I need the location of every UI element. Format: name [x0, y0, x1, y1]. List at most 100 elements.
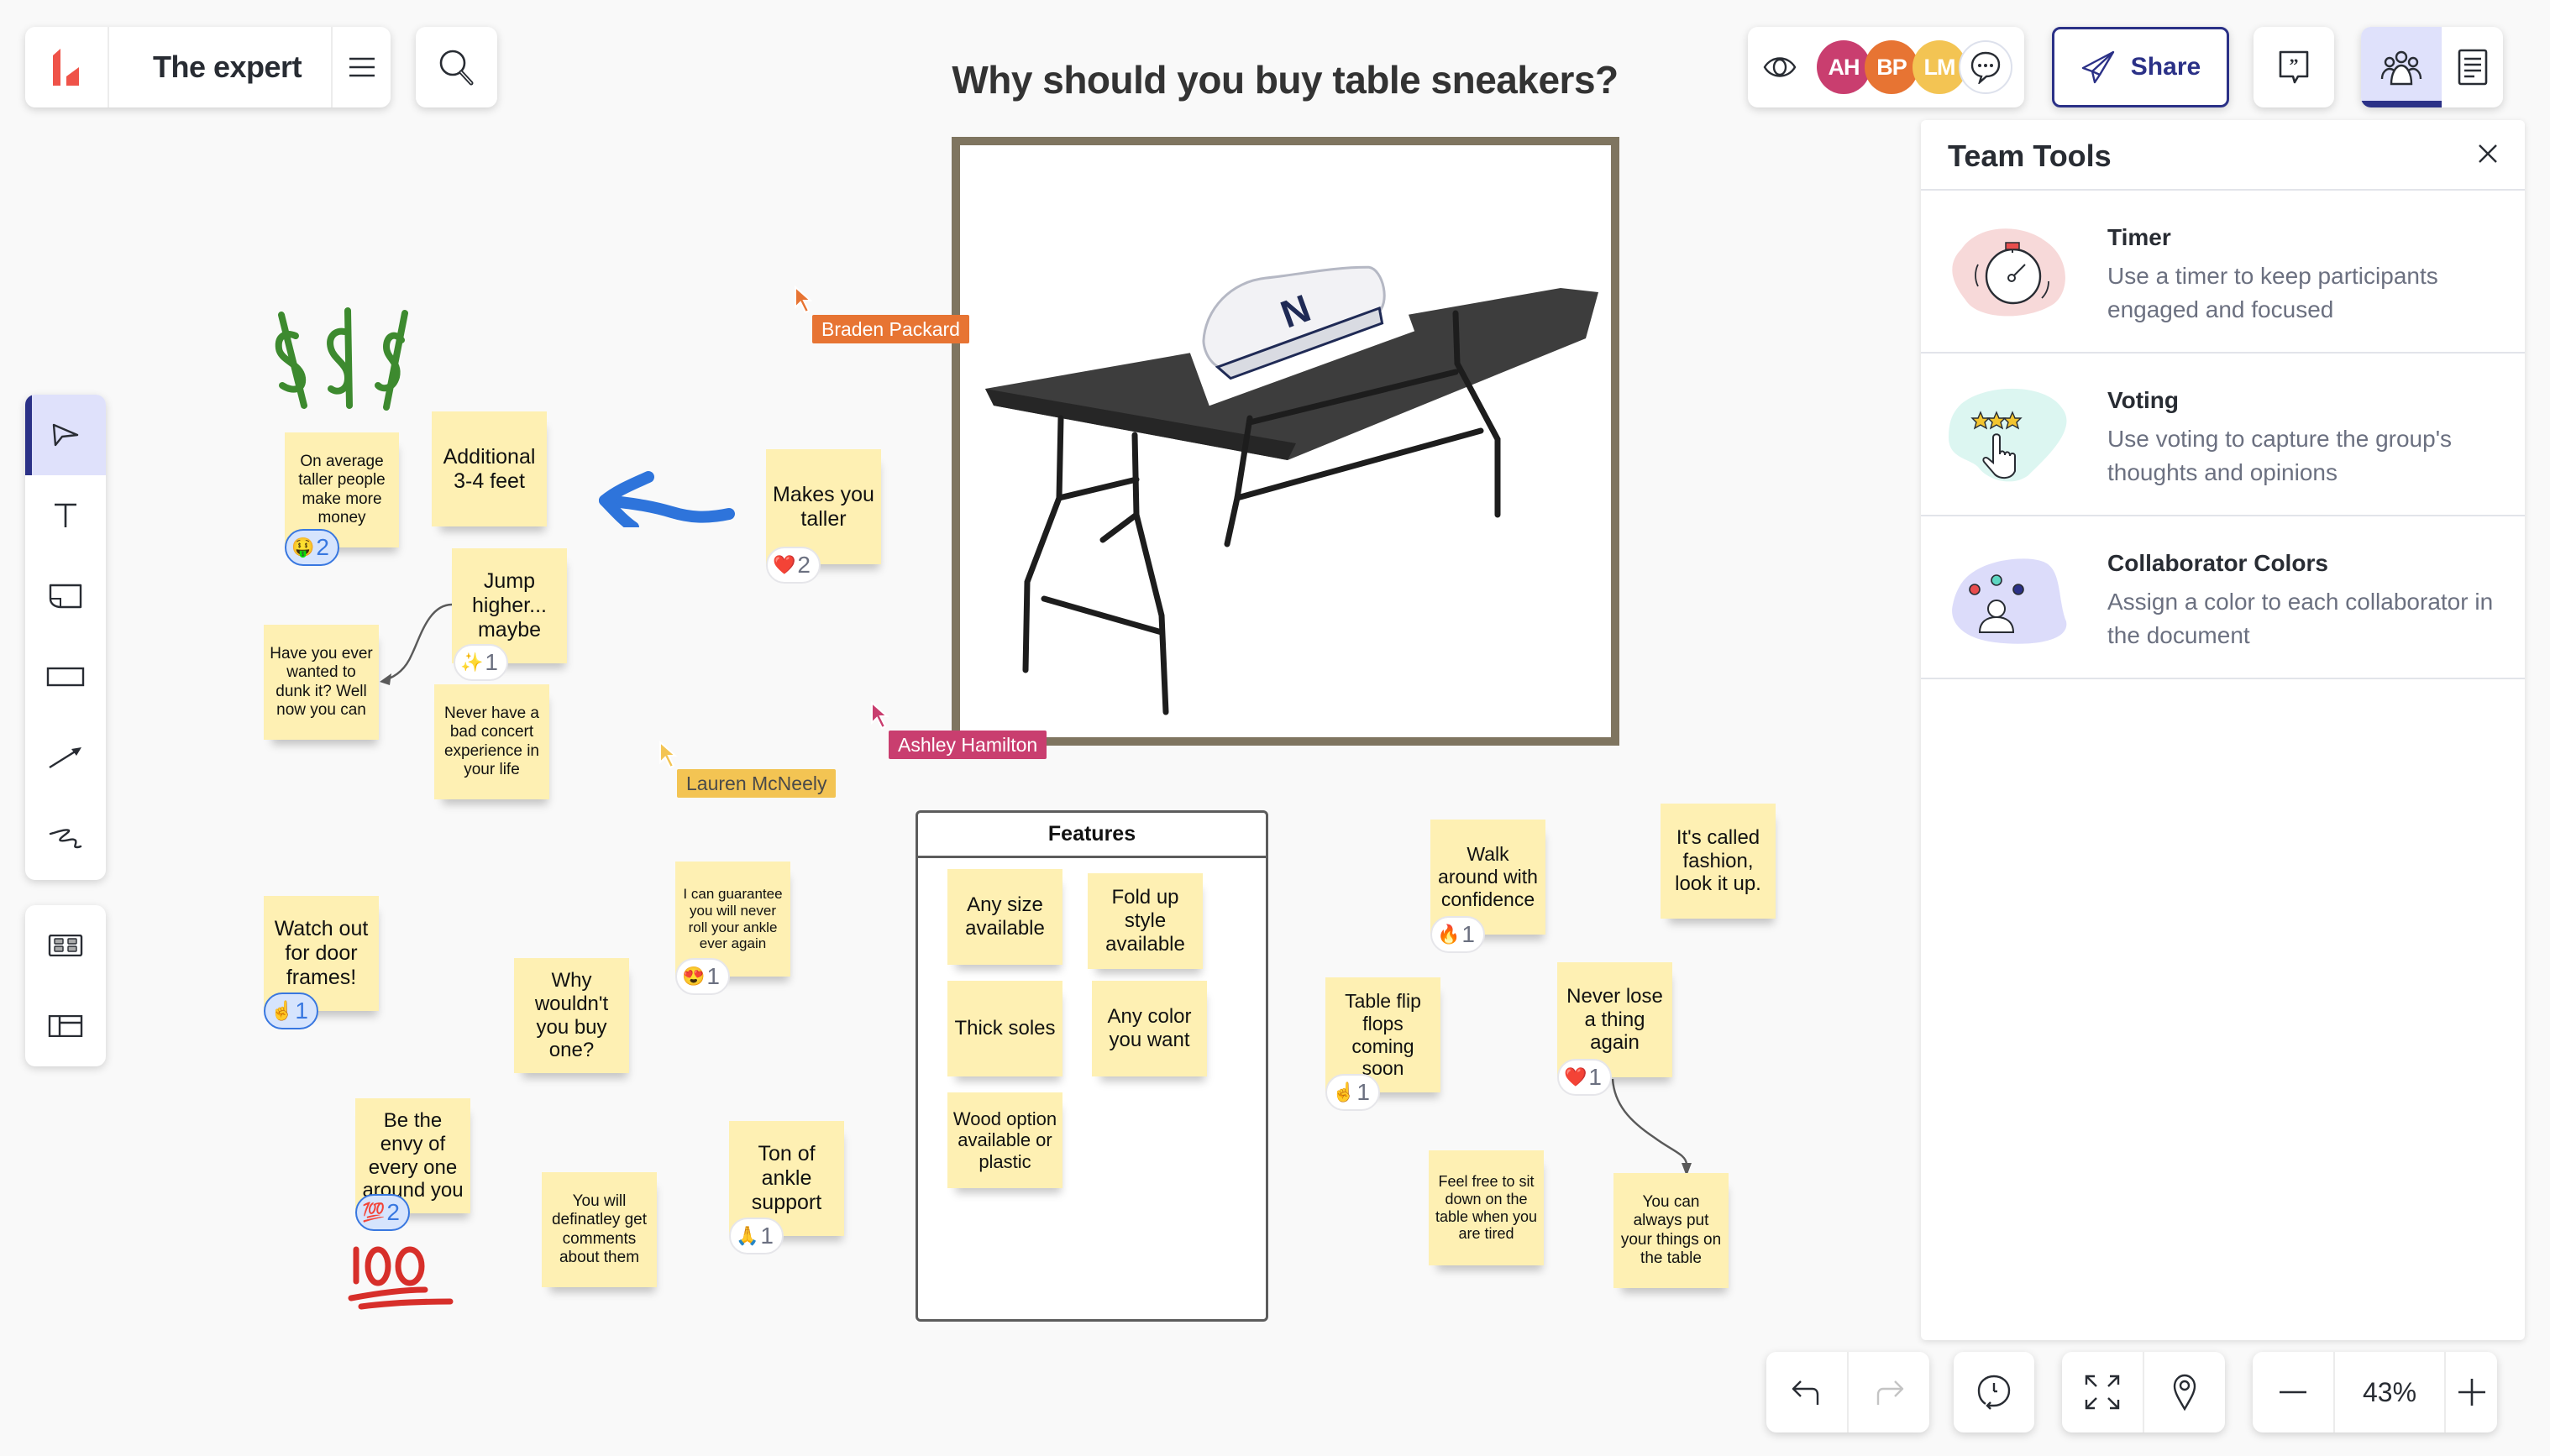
tool-description: Use a timer to keep participants engaged…: [2107, 263, 2438, 322]
templates-grid-icon: [48, 935, 83, 956]
zoom-controls: 43%: [2253, 1352, 2497, 1432]
undo-button[interactable]: [1766, 1352, 1847, 1432]
team-tool-timer[interactable]: Timer Use a timer to keep participants e…: [1921, 191, 2525, 354]
sticky-text: Walk around with confidence: [1438, 843, 1538, 910]
line-tool[interactable]: [25, 717, 106, 798]
comments-button[interactable]: ”: [2254, 27, 2334, 107]
sticky-note[interactable]: Any size available: [947, 869, 1062, 965]
sticky-note[interactable]: Thick soles: [947, 981, 1062, 1076]
avatar-initials: AH: [1828, 54, 1860, 80]
extras-toolbar: [25, 905, 106, 1066]
avatar-initials: BP: [1876, 54, 1907, 80]
avatar[interactable]: AH: [1817, 40, 1871, 94]
sticky-text: Be the envy of every one around you: [362, 1108, 464, 1202]
notes-panel-toggle[interactable]: [2442, 27, 2503, 107]
zoom-out-button[interactable]: [2253, 1352, 2333, 1432]
revision-history-button[interactable]: [1954, 1352, 2034, 1432]
reaction-badge[interactable]: 🤑 2: [285, 529, 339, 566]
team-tool-collaborator-colors[interactable]: Collaborator Colors Assign a color to ea…: [1921, 516, 2525, 679]
zoom-level[interactable]: 43%: [2335, 1352, 2444, 1432]
drawing-hundred: [348, 1246, 454, 1310]
sticky-note[interactable]: Wood option available or plastic: [947, 1092, 1062, 1188]
document-title[interactable]: The expert: [109, 27, 331, 107]
svg-text:”: ”: [2290, 55, 2299, 76]
sticky-note[interactable]: Never have a bad concert experience in y…: [434, 684, 549, 799]
heart-emoji-icon: ❤️: [773, 554, 796, 575]
sticky-note[interactable]: Additional 3-4 feet: [432, 411, 547, 526]
text-tool[interactable]: [25, 475, 106, 556]
board-title[interactable]: Why should you buy table sneakers?: [907, 57, 1663, 102]
team-tools-toggle[interactable]: [2361, 27, 2442, 107]
undo-icon: [1792, 1380, 1819, 1405]
sticky-note[interactable]: You can always put your things on the ta…: [1613, 1173, 1729, 1288]
panel-title: Team Tools: [1948, 139, 2112, 173]
sticky-note[interactable]: Feel free to sit down on the table when …: [1429, 1150, 1544, 1265]
rectangle-tool[interactable]: [25, 636, 106, 717]
collaborator-colors-illustration: [1944, 542, 2079, 651]
view-mode-button[interactable]: [1763, 54, 1797, 81]
reaction-badge[interactable]: ☝️ 1: [1325, 1074, 1380, 1111]
sticky-text: Any color you want: [1107, 1005, 1192, 1051]
sticky-note[interactable]: Fold up style available: [1088, 873, 1203, 969]
tool-name: Voting: [2107, 387, 2180, 413]
sticky-note[interactable]: You will definatley get comments about t…: [542, 1172, 657, 1287]
reaction-badge[interactable]: 😍 1: [675, 958, 730, 995]
main-menu-button[interactable]: [333, 27, 391, 107]
templates-button[interactable]: [25, 905, 106, 986]
team-tool-voting[interactable]: Voting Use voting to capture the group's…: [1921, 354, 2525, 516]
sticky-note-tool[interactable]: [25, 556, 106, 636]
reaction-badge[interactable]: 🙏 1: [729, 1218, 784, 1254]
sticky-text: I can guarantee you will never roll your…: [683, 886, 783, 952]
view-controls: [2062, 1352, 2225, 1432]
search-button[interactable]: [416, 27, 497, 107]
share-button[interactable]: Share: [2052, 27, 2229, 107]
table-image: N: [985, 212, 1598, 715]
reaction-badge[interactable]: ☝️ 1: [264, 992, 318, 1029]
chat-button[interactable]: [1959, 40, 2012, 94]
reaction-count: 1: [1588, 1064, 1602, 1090]
sticky-text: Thick soles: [954, 1017, 1056, 1040]
document-icon: [2458, 49, 2487, 86]
redo-button[interactable]: [1849, 1352, 1929, 1432]
reaction-count: 1: [295, 998, 308, 1024]
layout-button[interactable]: [25, 986, 106, 1066]
avatar[interactable]: BP: [1865, 40, 1918, 94]
locate-button[interactable]: [2144, 1352, 2225, 1432]
plus-icon: [2458, 1379, 2485, 1406]
redo-icon: [1876, 1380, 1904, 1405]
zoom-in-button[interactable]: [2446, 1352, 2497, 1432]
container-title: Features: [918, 813, 1266, 858]
sticky-text: Table flip flops coming soon: [1345, 990, 1421, 1080]
sticky-note[interactable]: Have you ever wanted to dunk it? Well no…: [264, 625, 379, 740]
tool-description: Assign a color to each collaborator in t…: [2107, 589, 2494, 648]
praying-hands-emoji-icon: 🙏: [736, 1225, 759, 1246]
reaction-badge[interactable]: ❤️ 2: [766, 547, 821, 584]
sticky-text: It's called fashion, look it up.: [1675, 825, 1761, 896]
lucid-logo[interactable]: [25, 27, 108, 107]
text-icon: [55, 503, 76, 527]
select-tool[interactable]: [25, 395, 106, 475]
table-sneaker-image[interactable]: N: [952, 137, 1619, 746]
drawing-dollar-signs: [275, 307, 408, 411]
freehand-tool[interactable]: [25, 798, 106, 878]
cursor-label-lauren: Lauren McNeely: [677, 769, 837, 798]
sticky-text: Have you ever wanted to dunk it? Well no…: [270, 645, 373, 719]
close-icon: [2479, 144, 2497, 163]
fit-to-screen-button[interactable]: [2062, 1352, 2143, 1432]
sticky-note[interactable]: It's called fashion, look it up.: [1661, 804, 1776, 919]
team-tools-panel: Team Tools Timer Use a timer to keep par…: [1921, 120, 2525, 1340]
sticky-note[interactable]: Why wouldn't you buy one?: [514, 958, 629, 1073]
zoom-level-text: 43%: [2362, 1376, 2417, 1407]
pointing-up-emoji-icon: ☝️: [270, 1000, 294, 1021]
voting-stars-icon: [1949, 388, 2067, 482]
freehand-scribble-icon: [49, 829, 82, 849]
close-panel-button[interactable]: [2473, 139, 2503, 169]
reaction-badge[interactable]: 💯 2: [355, 1194, 410, 1231]
reaction-badge[interactable]: ❤️ 1: [1557, 1059, 1612, 1096]
sticky-text: You will definatley get comments about t…: [551, 1192, 648, 1266]
reaction-badge[interactable]: ✨ 1: [454, 644, 508, 681]
sticky-note[interactable]: Any color you want: [1092, 981, 1207, 1076]
comment-quote-icon: ”: [2279, 50, 2309, 84]
team-icon: [2380, 50, 2422, 86]
reaction-badge[interactable]: 🔥 1: [1430, 916, 1485, 953]
